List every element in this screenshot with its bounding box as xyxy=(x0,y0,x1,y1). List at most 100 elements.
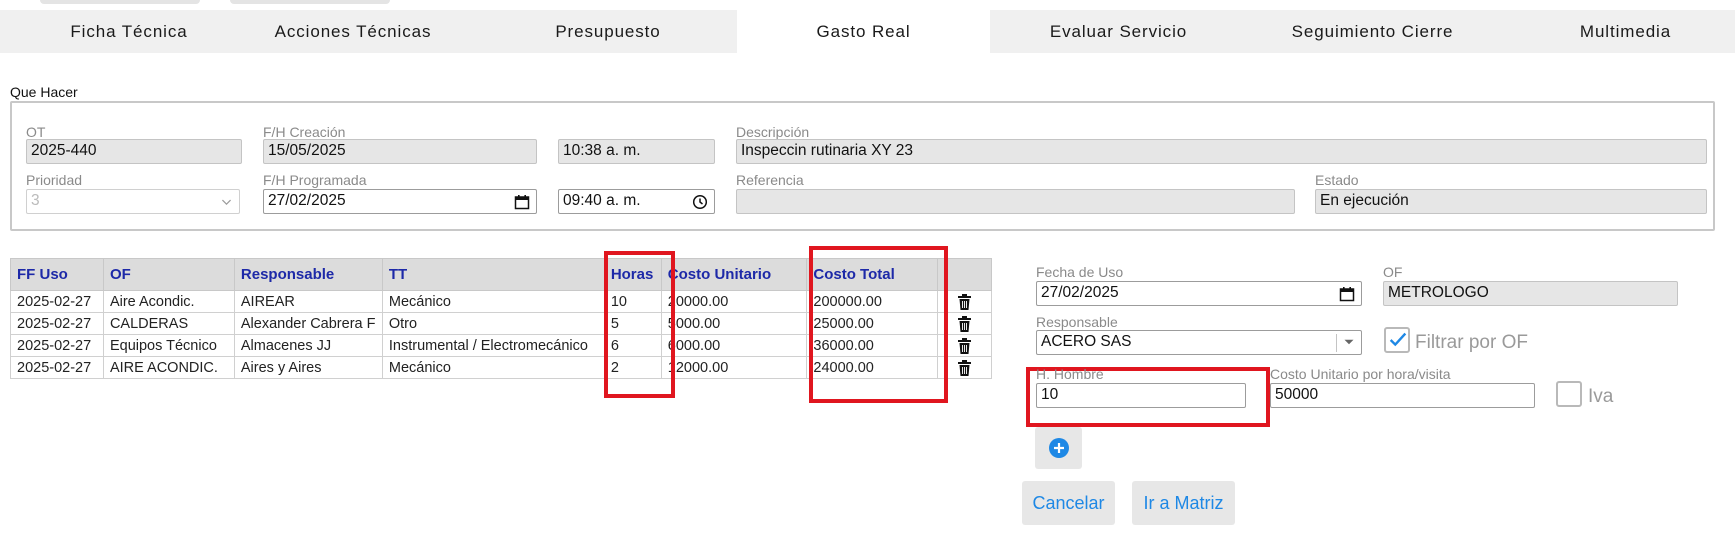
cell-costo-total: 24000.00 xyxy=(806,356,939,379)
ot-field[interactable]: 2025-440 xyxy=(26,139,242,164)
ir-a-matriz-button[interactable]: Ir a Matriz xyxy=(1132,481,1235,525)
of-label: OF xyxy=(1383,264,1403,280)
filtrar-por-of-checkbox[interactable] xyxy=(1384,327,1410,353)
cell-delete xyxy=(937,356,992,379)
fecha-uso-label: Fecha de Uso xyxy=(1036,264,1124,280)
table-header-row: FF Uso OF Responsable TT Horas Costo Uni… xyxy=(10,258,992,291)
cell-ff-uso: 2025-02-27 xyxy=(10,290,104,313)
header-responsable[interactable]: Responsable xyxy=(233,258,383,291)
fecha-uso-input[interactable]: 27/02/2025 xyxy=(1036,281,1362,306)
cell-of: CALDERAS xyxy=(102,312,235,335)
cell-costo-total: 36000.00 xyxy=(806,334,939,357)
tab-ficha-tecnica[interactable]: Ficha Técnica xyxy=(9,10,249,53)
h-hombre-label: H. Hombre xyxy=(1036,366,1104,382)
que-hacer-legend: Que Hacer xyxy=(10,84,78,100)
header-actions xyxy=(937,258,992,291)
cell-horas: 10 xyxy=(603,290,662,313)
h-hombre-input[interactable]: 10 xyxy=(1036,383,1246,408)
ot-label: OT xyxy=(26,124,46,140)
cell-ff-uso: 2025-02-27 xyxy=(10,356,104,379)
header-tt[interactable]: TT xyxy=(381,258,605,291)
costo-unitario-input[interactable]: 50000 xyxy=(1270,383,1535,408)
tab-evaluar-servicio[interactable]: Evaluar Servicio xyxy=(998,10,1239,53)
table-row[interactable]: 2025-02-27 AIRE ACONDIC. Aires y Aires M… xyxy=(10,356,992,379)
cell-delete xyxy=(937,334,992,357)
fh-programada-date-input[interactable]: 27/02/2025 xyxy=(263,189,537,214)
cell-costo-unitario: 6000.00 xyxy=(660,334,808,357)
fh-creacion-time-field[interactable]: 10:38 a. m. xyxy=(558,139,715,164)
descripcion-field[interactable]: Inspeccin rutinaria XY 23 xyxy=(736,139,1707,164)
cell-of: Equipos Técnico xyxy=(102,334,235,357)
cell-of: AIRE ACONDIC. xyxy=(102,356,235,379)
cell-delete xyxy=(937,312,992,335)
trash-icon[interactable] xyxy=(958,337,972,354)
checkmark-icon xyxy=(1389,332,1407,347)
calendar-icon[interactable] xyxy=(514,194,530,210)
cell-ff-uso: 2025-02-27 xyxy=(10,334,104,357)
cell-costo-unitario: 20000.00 xyxy=(660,290,808,313)
estado-label: Estado xyxy=(1315,172,1359,188)
of-field[interactable]: METROLOGO xyxy=(1383,281,1678,306)
descripcion-label: Descripción xyxy=(736,124,810,140)
prioridad-label: Prioridad xyxy=(26,172,83,188)
tab-seguimiento-cierre[interactable]: Seguimiento Cierre xyxy=(1252,10,1493,53)
table-row[interactable]: 2025-02-27 Equipos Técnico Almacenes JJ … xyxy=(10,334,992,357)
cell-tt: Otro xyxy=(381,312,605,335)
cell-tt: Instrumental / Electromecánico xyxy=(381,334,605,357)
table-row[interactable]: 2025-02-27 Aire Acondic. AIREAR Mecánico… xyxy=(10,290,992,313)
tab-acciones-tecnicas[interactable]: Acciones Técnicas xyxy=(232,10,474,53)
header-horas[interactable]: Horas xyxy=(603,258,662,291)
fh-creacion-date-field[interactable]: 15/05/2025 xyxy=(263,139,537,164)
chevron-down-icon xyxy=(222,199,231,205)
iva-label: Iva xyxy=(1588,386,1614,407)
tab-presupuesto[interactable]: Presupuesto xyxy=(488,10,728,53)
table-row[interactable]: 2025-02-27 CALDERAS Alexander Cabrera F … xyxy=(10,312,992,335)
cell-horas: 5 xyxy=(603,312,662,335)
cell-horas: 6 xyxy=(603,334,662,357)
tab-gasto-real[interactable]: Gasto Real xyxy=(737,10,990,53)
cell-ff-uso: 2025-02-27 xyxy=(10,312,104,335)
add-button[interactable] xyxy=(1035,427,1082,469)
calendar-icon[interactable] xyxy=(1339,286,1355,302)
cell-costo-total: 200000.00 xyxy=(806,290,939,313)
cell-responsable: Almacenes JJ xyxy=(233,334,383,357)
cell-responsable: AIREAR xyxy=(233,290,383,313)
cell-tt: Mecánico xyxy=(381,290,605,313)
header-ff-uso[interactable]: FF Uso xyxy=(10,258,104,291)
cell-costo-unitario: 5000.00 xyxy=(660,312,808,335)
top-strip xyxy=(0,0,1735,10)
cell-of: Aire Acondic. xyxy=(102,290,235,313)
iva-checkbox[interactable] xyxy=(1556,381,1582,407)
costo-unitario-label: Costo Unitario por hora/visita xyxy=(1270,366,1451,382)
plus-circle-icon xyxy=(1048,438,1069,458)
header-costo-total[interactable]: Costo Total xyxy=(806,258,939,291)
referencia-label: Referencia xyxy=(736,172,804,188)
responsable-select[interactable]: ACERO SAS xyxy=(1036,330,1362,355)
cell-horas: 2 xyxy=(603,356,662,379)
trash-icon[interactable] xyxy=(958,293,972,310)
cell-tt: Mecánico xyxy=(381,356,605,379)
prioridad-select[interactable]: 3 xyxy=(26,189,240,214)
filtrar-por-of-label: Filtrar por OF xyxy=(1415,332,1528,353)
header-costo-unitario[interactable]: Costo Unitario xyxy=(660,258,808,291)
estado-field[interactable]: En ejecución xyxy=(1315,189,1707,214)
clock-icon[interactable] xyxy=(692,194,708,210)
tab-bar: Ficha Técnica Acciones Técnicas Presupue… xyxy=(0,10,1735,53)
cell-delete xyxy=(937,290,992,313)
header-of[interactable]: OF xyxy=(102,258,235,291)
cancel-button[interactable]: Cancelar xyxy=(1022,481,1115,525)
fh-programada-time-input[interactable]: 09:40 a. m. xyxy=(558,189,715,214)
fh-programada-label: F/H Programada xyxy=(263,172,367,188)
caret-down-icon xyxy=(1344,339,1354,345)
cell-costo-unitario: 12000.00 xyxy=(660,356,808,379)
trash-icon[interactable] xyxy=(958,359,972,376)
gastos-table: FF Uso OF Responsable TT Horas Costo Uni… xyxy=(10,258,992,379)
fh-creacion-label: F/H Creación xyxy=(263,124,346,140)
cell-responsable: Aires y Aires xyxy=(233,356,383,379)
trash-icon[interactable] xyxy=(958,315,972,332)
cell-responsable: Alexander Cabrera F xyxy=(233,312,383,335)
responsable-label: Responsable xyxy=(1036,314,1118,330)
tab-multimedia[interactable]: Multimedia xyxy=(1505,10,1735,53)
referencia-field[interactable] xyxy=(736,189,1295,214)
cell-costo-total: 25000.00 xyxy=(806,312,939,335)
